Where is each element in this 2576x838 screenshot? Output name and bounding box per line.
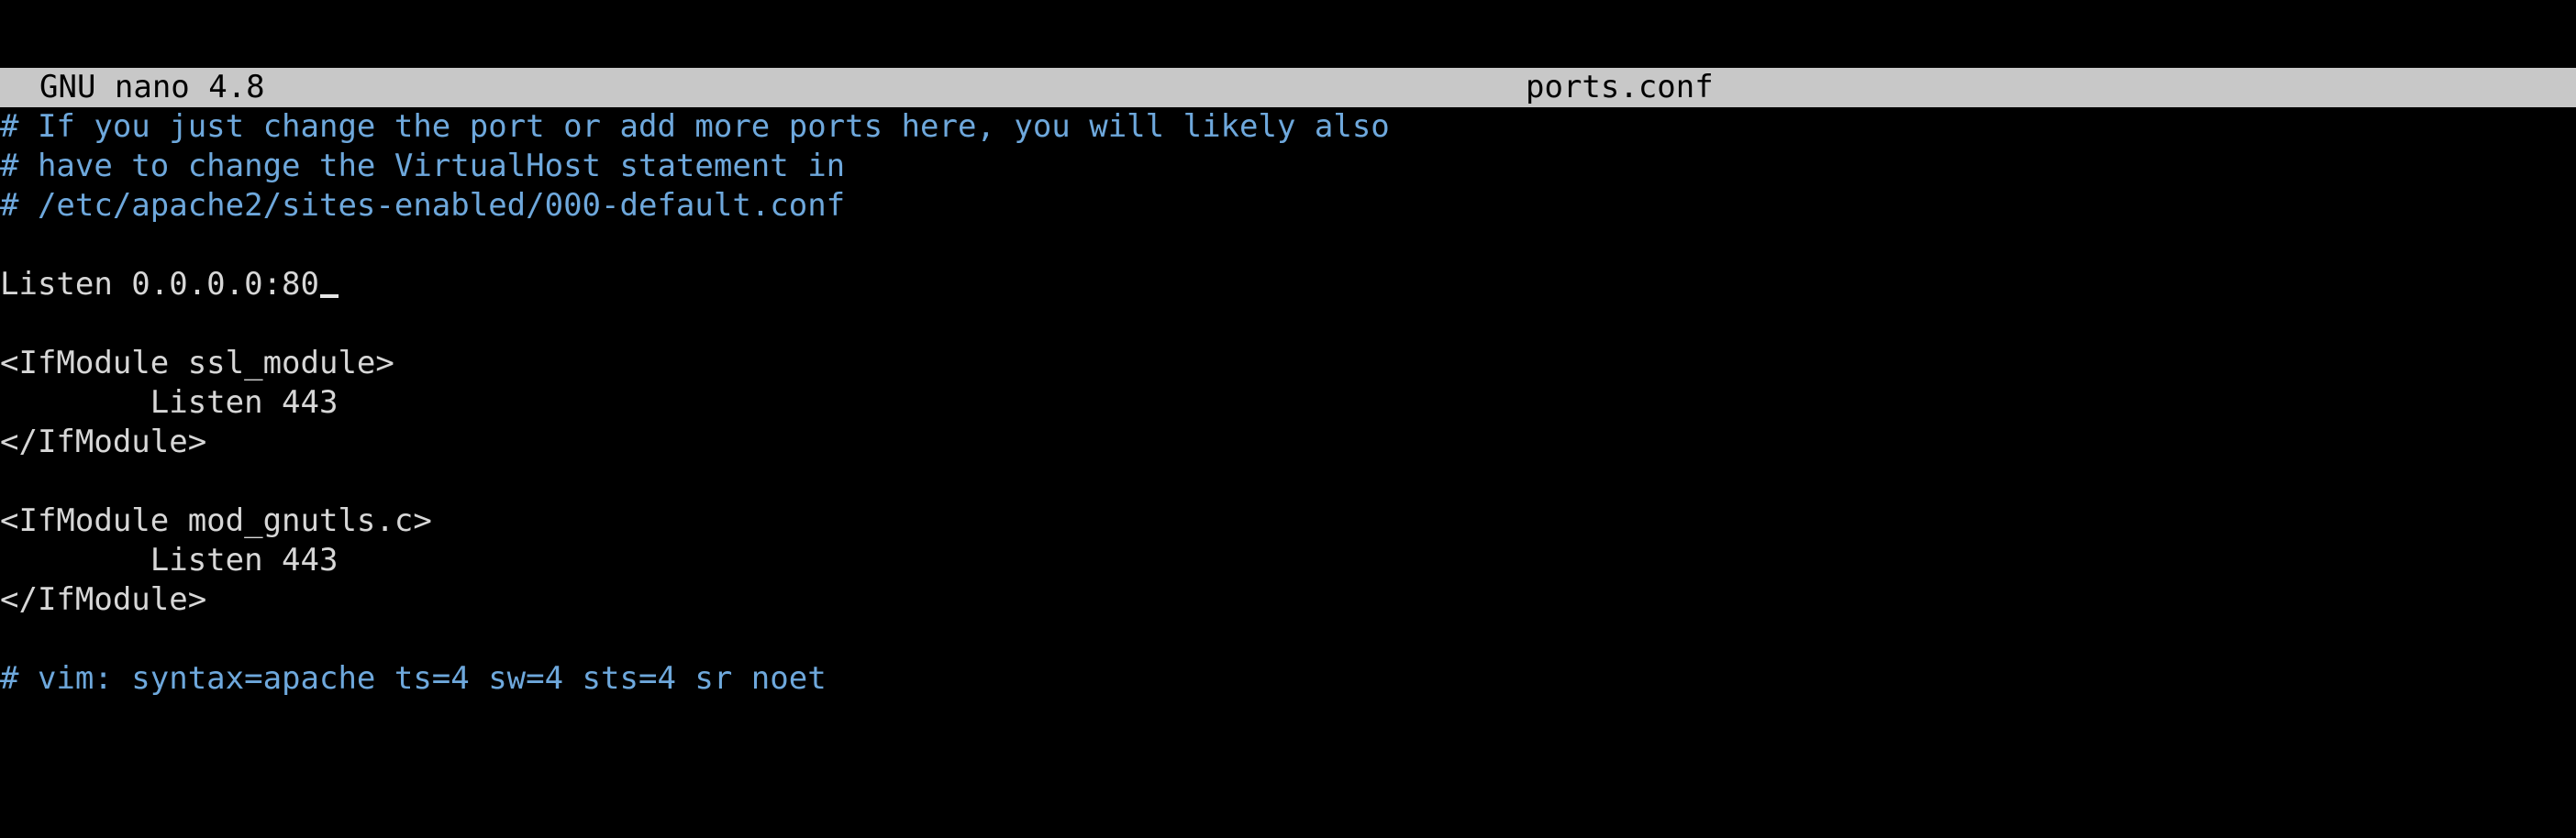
editor-line-12[interactable]: Listen 443: [0, 541, 2576, 580]
editor-line-1[interactable]: # If you just change the port or add mor…: [0, 107, 2576, 147]
editor-line-2[interactable]: # have to change the VirtualHost stateme…: [0, 147, 2576, 186]
editor-line-9[interactable]: </IfModule>: [0, 423, 2576, 462]
editor-line-15[interactable]: # vim: syntax=apache ts=4 sw=4 sts=4 sr …: [0, 659, 2576, 699]
terminal-window[interactable]: GNU nano 4.8 ports.conf # If you just ch…: [0, 0, 2576, 838]
editor-line-7[interactable]: <IfModule ssl_module>: [0, 344, 2576, 383]
editor-line-13[interactable]: </IfModule>: [0, 580, 2576, 620]
editor-line-8[interactable]: Listen 443: [0, 383, 2576, 423]
editor-line-3[interactable]: # /etc/apache2/sites-enabled/000-default…: [0, 186, 2576, 226]
nano-titlebar: GNU nano 4.8 ports.conf: [0, 68, 2576, 107]
editor-version: GNU nano 4.8: [39, 69, 265, 105]
editor-line-10[interactable]: [0, 462, 2576, 502]
editor-line-4[interactable]: [0, 226, 2576, 265]
editor-buffer[interactable]: # If you just change the port or add mor…: [0, 107, 2576, 699]
editor-line-11[interactable]: <IfModule mod_gnutls.c>: [0, 502, 2576, 541]
file-name: ports.conf: [1526, 69, 1714, 105]
text-cursor: [320, 294, 339, 298]
editor-line-14[interactable]: [0, 620, 2576, 659]
listen-directive-text: Listen 0.0.0.0:80: [0, 266, 319, 303]
editor-line-6[interactable]: [0, 304, 2576, 344]
editor-line-5[interactable]: Listen 0.0.0.0:80: [0, 265, 2576, 304]
